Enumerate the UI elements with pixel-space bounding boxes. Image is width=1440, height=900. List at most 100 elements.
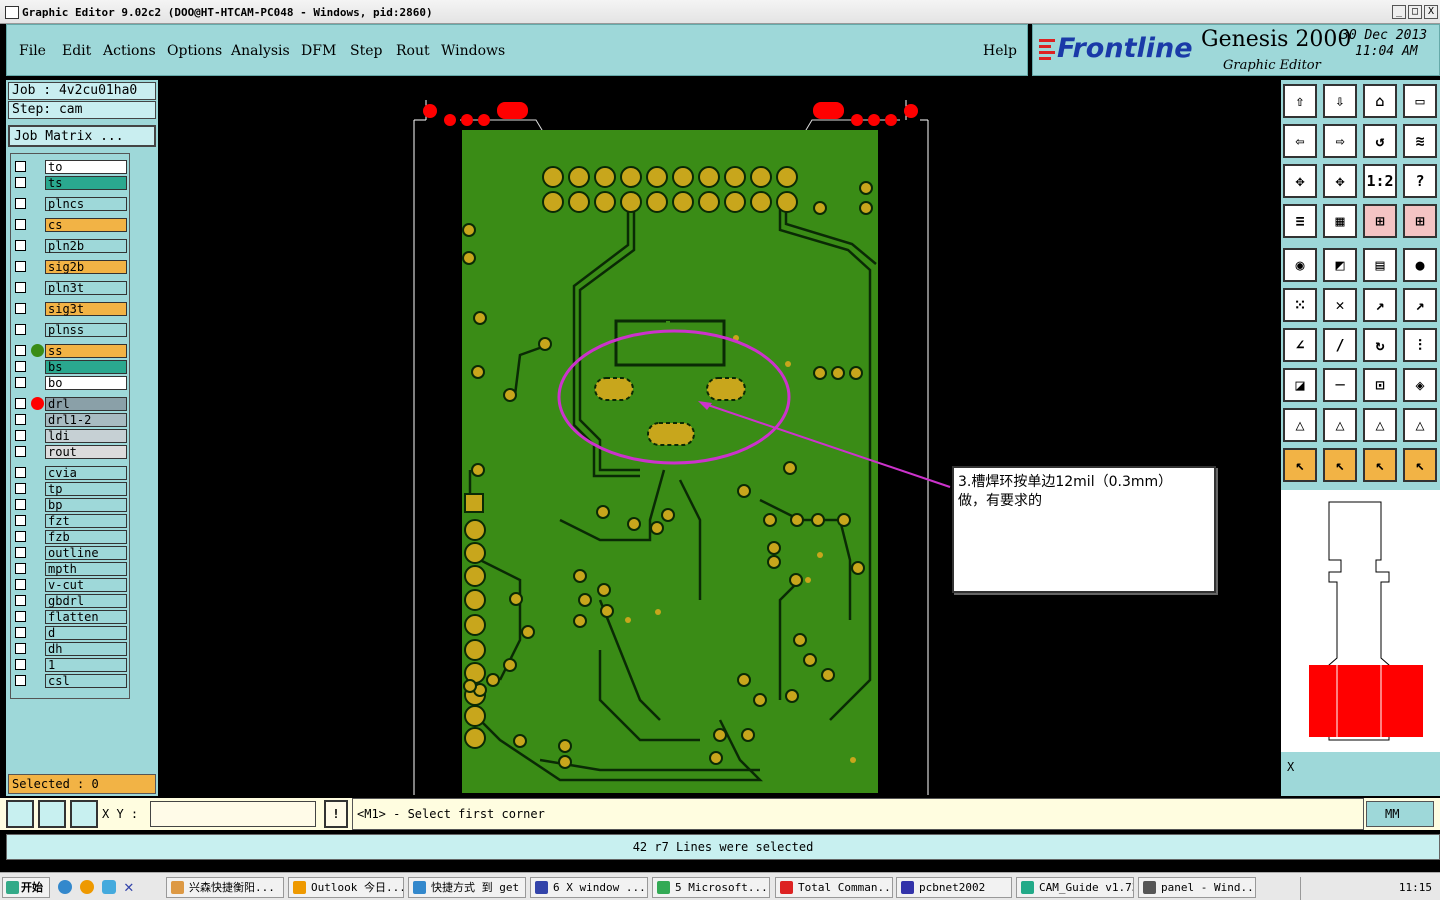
undo-icon[interactable]: ↺ xyxy=(1363,124,1397,158)
fit-icon[interactable]: ✥ xyxy=(1283,164,1317,198)
layer-checkbox[interactable] xyxy=(15,324,26,335)
taskbar-item[interactable]: 5 Microsoft... xyxy=(652,877,770,898)
layer-row[interactable]: gbdrl xyxy=(13,594,129,608)
taskbar-item[interactable]: CAM_Guide v1.73 xyxy=(1016,877,1134,898)
connect-icon[interactable]: ⁙ xyxy=(1283,288,1317,322)
layer-row[interactable]: v-cut xyxy=(13,578,129,592)
layer-label[interactable]: plnss xyxy=(45,323,127,337)
layer-label[interactable]: bp xyxy=(45,498,127,512)
layer-label[interactable]: rout xyxy=(45,445,127,459)
layer-checkbox[interactable] xyxy=(15,611,26,622)
menu-analysis[interactable]: Analysis xyxy=(231,43,290,59)
line-icon[interactable]: / xyxy=(1323,328,1357,362)
taskbar-item[interactable]: panel - Wind... xyxy=(1138,877,1256,898)
layer-checkbox[interactable] xyxy=(15,398,26,409)
open-icon[interactable]: ⇧ xyxy=(1283,84,1317,118)
layer-label[interactable]: ldi xyxy=(45,429,127,443)
maximize-button[interactable]: □ xyxy=(1408,5,1422,19)
layer-checkbox[interactable] xyxy=(15,240,26,251)
select-circle-icon[interactable]: ↖ xyxy=(1363,448,1397,482)
layer-checkbox[interactable] xyxy=(15,303,26,314)
edit-icon[interactable]: ◩ xyxy=(1323,248,1357,282)
start-button[interactable]: 开始 xyxy=(2,877,50,898)
window-title-bar[interactable]: Graphic Editor 9.02c2 (DOO@HT-HTCAM-PC04… xyxy=(0,0,1440,24)
menu-edit[interactable]: Edit xyxy=(62,43,91,59)
desktop-icon[interactable] xyxy=(102,880,116,894)
menu-rout[interactable]: Rout xyxy=(396,43,430,59)
redo-icon[interactable]: ≋ xyxy=(1403,124,1437,158)
layer-row[interactable]: tp xyxy=(13,482,129,496)
layer-checkbox[interactable] xyxy=(15,345,26,356)
layer-checkbox[interactable] xyxy=(15,261,26,272)
outlook-quick-icon[interactable] xyxy=(80,880,94,894)
layer-label[interactable]: cs xyxy=(45,218,127,232)
taskbar-item[interactable]: Total Comman... xyxy=(775,877,893,898)
layer-label[interactable]: pln3t xyxy=(45,281,127,295)
mirror-icon[interactable]: ⫶ xyxy=(1403,328,1437,362)
layer-row[interactable]: sig3t xyxy=(13,302,129,316)
layer-checkbox[interactable] xyxy=(15,161,26,172)
delete-icon[interactable]: ✕ xyxy=(1323,288,1357,322)
taskbar-item[interactable]: pcbnet2002 xyxy=(896,877,1012,898)
home-icon[interactable]: ⌂ xyxy=(1363,84,1397,118)
layer-label[interactable]: pln2b xyxy=(45,239,127,253)
copy-icon[interactable]: ↗ xyxy=(1403,288,1437,322)
layer-row[interactable]: ss xyxy=(13,344,129,358)
layer-row[interactable]: 1 xyxy=(13,658,129,672)
window-icon[interactable]: ▭ xyxy=(1403,84,1437,118)
layer-checkbox[interactable] xyxy=(15,377,26,388)
layer-label[interactable]: drl1-2 xyxy=(45,413,127,427)
ie-icon[interactable] xyxy=(58,880,72,894)
layer-checkbox[interactable] xyxy=(15,414,26,425)
layer-row[interactable]: to xyxy=(13,160,129,174)
layer-checkbox[interactable] xyxy=(15,467,26,478)
layer-label[interactable]: bs xyxy=(45,360,127,374)
grid-view-icon[interactable]: ▦ xyxy=(1323,204,1357,238)
xwin-quick-icon[interactable]: ✕ xyxy=(124,877,134,896)
layer-row[interactable]: fzb xyxy=(13,530,129,544)
settings-icon[interactable]: ≡ xyxy=(1283,204,1317,238)
layer-label[interactable]: sig3t xyxy=(45,302,127,316)
scale-icon[interactable]: 1:2 xyxy=(1363,164,1397,198)
layer-row[interactable]: pln3t xyxy=(13,281,129,295)
layer-row[interactable]: csl xyxy=(13,674,129,688)
layer-row[interactable]: cs xyxy=(13,218,129,232)
taskbar-item[interactable]: 快捷方式 到 get xyxy=(408,877,526,898)
tri-d-icon[interactable]: △ xyxy=(1403,408,1437,442)
save-icon[interactable]: ⇩ xyxy=(1323,84,1357,118)
layer-label[interactable]: fzt xyxy=(45,514,127,528)
layer-label[interactable]: v-cut xyxy=(45,578,127,592)
layer-label[interactable]: csl xyxy=(45,674,127,688)
tri-a-icon[interactable]: △ xyxy=(1283,408,1317,442)
menu-step[interactable]: Step xyxy=(350,43,382,59)
layers-a-icon[interactable]: ⊞ xyxy=(1363,204,1397,238)
layer-checkbox[interactable] xyxy=(15,643,26,654)
layer-checkbox[interactable] xyxy=(15,499,26,510)
zoom-window-icon[interactable] xyxy=(6,800,34,828)
layers-b-icon[interactable]: ⊞ xyxy=(1403,204,1437,238)
overview-map[interactable] xyxy=(1281,490,1440,752)
center-icon[interactable]: ✥ xyxy=(1323,164,1357,198)
layer-row[interactable]: plncs xyxy=(13,197,129,211)
shape-icon[interactable]: ◈ xyxy=(1403,368,1437,402)
tri-c-icon[interactable]: △ xyxy=(1363,408,1397,442)
layer-checkbox[interactable] xyxy=(15,675,26,686)
layer-label[interactable]: mpth xyxy=(45,562,127,576)
layer-label[interactable]: dh xyxy=(45,642,127,656)
layer-row[interactable]: mpth xyxy=(13,562,129,576)
layer-row[interactable]: d xyxy=(13,626,129,640)
layer-checkbox[interactable] xyxy=(15,219,26,230)
alert-icon[interactable]: ! xyxy=(324,800,348,828)
layer-label[interactable]: ss xyxy=(45,344,127,358)
taskbar-item[interactable]: 6 X window ... xyxy=(530,877,648,898)
menu-file[interactable]: File xyxy=(19,43,46,59)
feature-icon[interactable]: ◪ xyxy=(1283,368,1317,402)
select-icon[interactable]: ↖ xyxy=(1283,448,1317,482)
layer-label[interactable]: 1 xyxy=(45,658,127,672)
layer-checkbox[interactable] xyxy=(15,177,26,188)
layer-label[interactable]: bo xyxy=(45,376,127,390)
help-icon[interactable]: ? xyxy=(1403,164,1437,198)
layer-row[interactable]: bo xyxy=(13,376,129,390)
layer-checkbox[interactable] xyxy=(15,483,26,494)
layer-checkbox[interactable] xyxy=(15,198,26,209)
